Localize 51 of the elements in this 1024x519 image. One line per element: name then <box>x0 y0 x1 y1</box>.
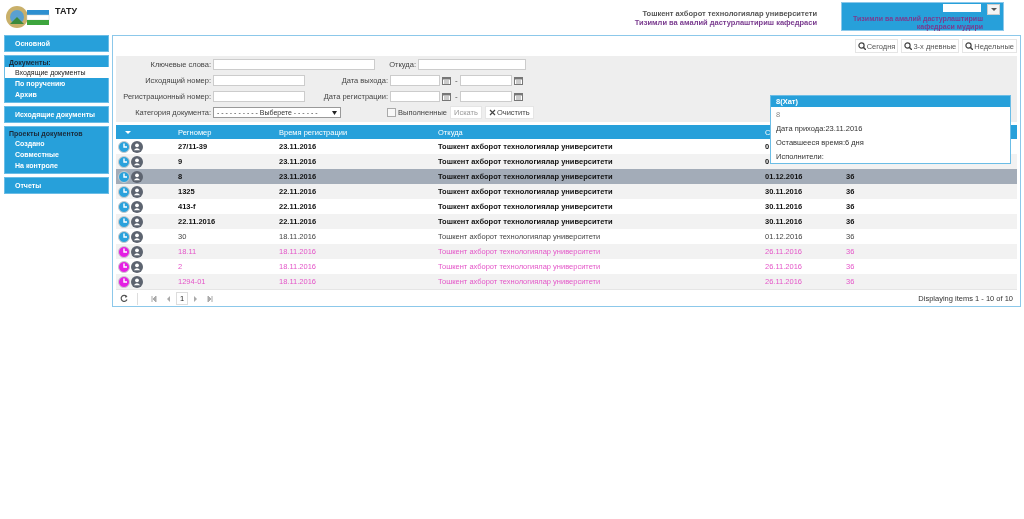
clock-icon <box>118 245 130 258</box>
input-field[interactable] <box>418 59 526 70</box>
user-icon <box>131 185 143 198</box>
clock-icon <box>118 200 130 213</box>
clock-icon <box>118 275 130 288</box>
user-icon <box>131 230 143 243</box>
input-field[interactable] <box>213 91 305 102</box>
date-field[interactable] <box>459 75 512 86</box>
clock-icon <box>118 260 130 273</box>
clock-icon <box>118 185 130 198</box>
search-icon <box>904 42 913 50</box>
sort-caret-icon <box>125 130 131 134</box>
arrow-icon <box>151 295 157 302</box>
calendar-icon <box>442 92 451 101</box>
close-icon <box>488 109 496 116</box>
user-icon <box>131 275 143 288</box>
checkbox[interactable] <box>387 108 396 117</box>
input-field[interactable] <box>213 59 375 70</box>
user-icon <box>131 155 143 168</box>
arrow-icon <box>165 295 171 302</box>
user-name-field <box>943 4 981 12</box>
search-icon <box>965 42 974 50</box>
user-icon <box>131 200 143 213</box>
date-field[interactable] <box>390 91 440 102</box>
user-icon <box>131 245 143 258</box>
calendar-icon <box>513 92 523 101</box>
arrow-icon <box>193 295 200 302</box>
site-title: ТАТУ <box>55 5 78 16</box>
arrow-icon <box>207 295 214 302</box>
clock-icon <box>118 155 130 168</box>
search-icon <box>857 42 866 50</box>
dropdown-button[interactable] <box>987 4 1000 15</box>
range-separator: - <box>455 76 458 85</box>
clock-icon <box>118 230 130 243</box>
user-icon <box>131 140 143 153</box>
caret-icon <box>990 8 997 11</box>
logo-icon <box>5 4 50 30</box>
clock-icon <box>118 215 130 228</box>
user-icon <box>131 170 143 183</box>
user-icon <box>131 215 143 228</box>
clock-icon <box>118 140 130 153</box>
caret-icon <box>332 110 337 115</box>
date-field[interactable] <box>390 75 440 86</box>
input-field[interactable] <box>213 75 305 86</box>
refresh-icon <box>120 294 129 303</box>
calendar-icon <box>442 76 451 85</box>
user-icon <box>131 260 143 273</box>
date-field[interactable] <box>459 91 512 102</box>
clock-icon <box>118 170 130 183</box>
range-separator: - <box>455 92 458 101</box>
calendar-icon <box>513 76 523 85</box>
